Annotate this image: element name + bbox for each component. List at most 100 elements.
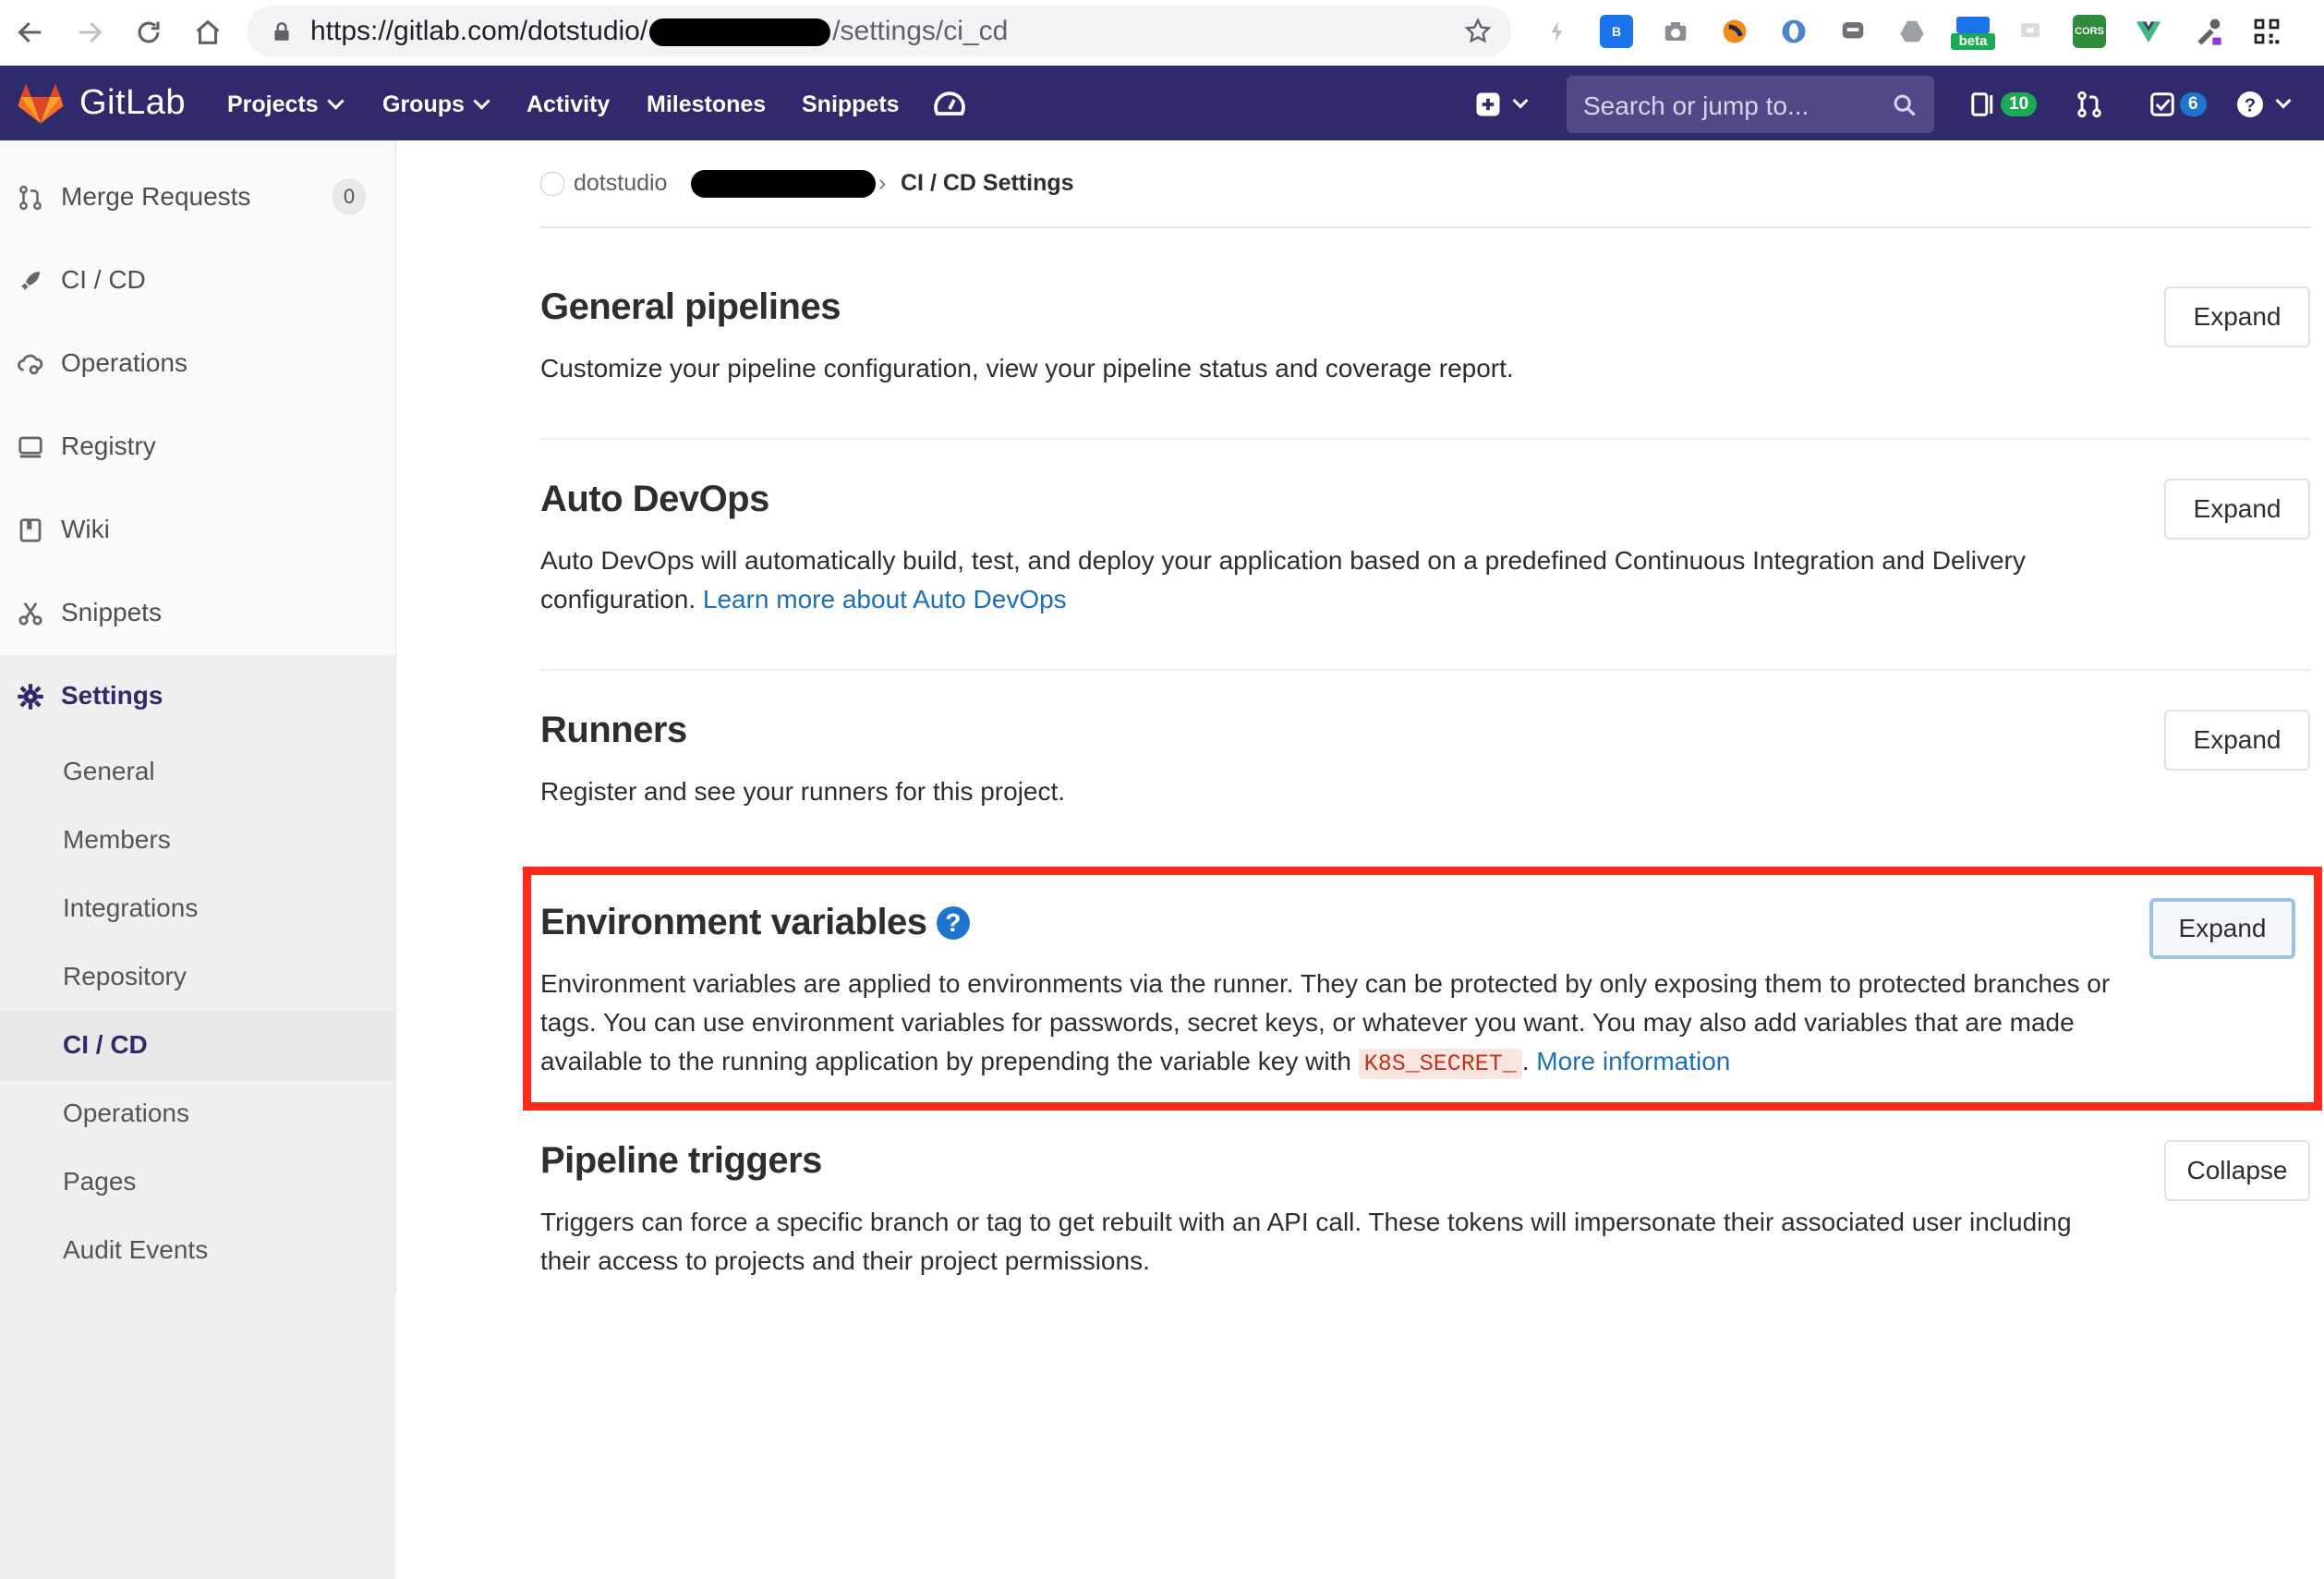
issues-link[interactable]: 10 (1969, 86, 2038, 123)
gear-icon (18, 684, 43, 710)
sidebar-item-merge-requests[interactable]: Merge Requests 0 (0, 156, 395, 239)
url-suffix: /settings/ci_cd (832, 16, 1009, 46)
bookmark-star-icon[interactable] (1463, 17, 1493, 46)
project-sidebar: Merge Requests 0 CI / CD Operations Regi… (0, 140, 396, 1579)
sidebar-sub-operations[interactable]: Operations (0, 1080, 395, 1148)
sidebar-item-wiki[interactable]: Wiki (0, 489, 395, 572)
scissors-icon (18, 601, 42, 626)
rocket-icon (21, 272, 40, 290)
red-highlight-annotation (523, 867, 2322, 1111)
sidebar-sub-audit-events[interactable]: Audit Events (0, 1217, 395, 1285)
sidebar-item-label: Wiki (61, 515, 110, 543)
todos-link[interactable]: 6 (2148, 86, 2207, 123)
bitly-icon[interactable]: B (1600, 15, 1633, 48)
section-auto-devops: Auto DevOps Auto DevOps will automatical… (540, 469, 2310, 654)
section-description: Auto DevOps will automatically build, te… (540, 541, 2111, 619)
monitor-icon (18, 436, 42, 458)
section-general-pipelines: General pipelines Customize your pipelin… (540, 277, 2310, 416)
home-button[interactable] (187, 11, 229, 54)
gitlab-brand[interactable]: GitLab (79, 83, 186, 123)
ghost-ext-icon[interactable] (2014, 15, 2047, 48)
sidebar-item-label: Merge Requests (61, 182, 251, 211)
section-runners: Runners Register and see your runners fo… (540, 700, 2310, 839)
merge-requests-link[interactable] (2075, 86, 2104, 123)
issues-count-badge: 10 (2001, 92, 2038, 116)
sidebar-item-snippets[interactable]: Snippets (0, 572, 395, 655)
home-icon (196, 19, 220, 44)
qr-code-icon[interactable] (2250, 15, 2283, 48)
eyedropper-icon[interactable] (2191, 15, 2224, 48)
gitlab-navbar: GitLab Projects Groups Activity Mileston… (0, 66, 2324, 140)
breadcrumb-separator: › (878, 170, 887, 196)
sidebar-item-label: Snippets (61, 598, 162, 626)
gitlab-logo-icon[interactable] (17, 82, 65, 125)
sidebar-item-label: CI / CD (61, 265, 146, 294)
sidebar-item-label: Registry (61, 431, 156, 460)
sidebar-item-label: Operations (61, 348, 188, 377)
sidebar-item-registry[interactable]: Registry (0, 406, 395, 489)
sidebar-item-ci-cd[interactable]: CI / CD (0, 239, 395, 322)
merge-request-icon (19, 185, 42, 211)
chevron-down-icon (473, 92, 490, 110)
sidebar-sub-general[interactable]: General (0, 738, 395, 807)
new-item-button[interactable] (1474, 86, 1539, 123)
nav-snippets[interactable]: Snippets (802, 91, 900, 118)
beta-ext-icon[interactable]: beta (1951, 15, 1995, 50)
sidebar-sub-label: CI / CD (63, 1030, 148, 1059)
breadcrumb-group-link[interactable]: dotstudio (574, 170, 667, 197)
nav-milestones[interactable]: Milestones (647, 91, 766, 118)
expand-auto-devops-button[interactable]: Expand (2164, 479, 2310, 540)
sidebar-sub-members[interactable]: Members (0, 807, 395, 875)
url-text: https://gitlab.com/dotstudio/ /settings/c… (310, 16, 1009, 47)
performance-bar-icon[interactable] (931, 86, 968, 123)
browser-toolbar: https://gitlab.com/dotstudio/ /settings/c… (0, 0, 2324, 67)
collapse-pipeline-triggers-button[interactable]: Collapse (2164, 1140, 2310, 1201)
help-menu-button[interactable]: ? (2235, 86, 2292, 123)
beta-label: beta (1951, 33, 1995, 50)
nav-groups[interactable]: Groups (382, 91, 490, 118)
nav-activity[interactable]: Activity (527, 91, 610, 118)
sidebar-sub-repository[interactable]: Repository (0, 943, 395, 1012)
sidebar-sub-label: Integrations (63, 893, 199, 922)
circle-swirl-icon[interactable] (1718, 15, 1751, 48)
breadcrumb-current[interactable]: CI / CD Settings (901, 170, 1074, 197)
sidebar-sub-integrations[interactable]: Integrations (0, 875, 395, 943)
chat-icon[interactable] (1836, 15, 1870, 48)
address-bar[interactable]: https://gitlab.com/dotstudio/ /settings/c… (248, 6, 1511, 57)
section-title: Pipeline triggers (540, 1140, 822, 1181)
nav-projects[interactable]: Projects (227, 91, 345, 118)
chevron-down-icon (2275, 92, 2292, 109)
section-description: Triggers can force a specific branch or … (540, 1208, 2072, 1275)
forward-button[interactable] (68, 11, 111, 54)
reload-button[interactable] (127, 11, 170, 54)
merge-requests-count: 0 (333, 178, 366, 215)
sidebar-item-operations[interactable]: Operations (0, 322, 395, 406)
back-arrow-icon (18, 21, 42, 43)
expand-general-pipelines-button[interactable]: Expand (2164, 286, 2310, 347)
back-button[interactable] (9, 11, 52, 54)
chevron-down-icon (1512, 92, 1529, 109)
expand-runners-button[interactable]: Expand (2164, 710, 2310, 771)
sidebar-item-label: Settings (61, 681, 163, 710)
question-circle-icon: ? (2237, 91, 2263, 117)
opera-icon[interactable] (1777, 15, 1810, 48)
sidebar-sub-label: Repository (63, 962, 187, 990)
section-pipeline-triggers: Pipeline triggers Triggers can force a s… (540, 1133, 2310, 1294)
sidebar-sub-label: General (63, 757, 155, 785)
plus-square-icon (1476, 92, 1500, 116)
issues-icon (1971, 92, 1993, 116)
bolt-icon[interactable] (1541, 15, 1574, 48)
learn-more-auto-devops-link[interactable]: Learn more about Auto DevOps (703, 585, 1067, 613)
sidebar-sub-label: Audit Events (63, 1235, 209, 1264)
camera-icon[interactable] (1659, 15, 1692, 48)
sidebar-sub-pages[interactable]: Pages (0, 1148, 395, 1217)
search-input[interactable]: Search or jump to... (1567, 76, 1934, 133)
group-avatar[interactable] (540, 172, 564, 196)
todos-count-badge: 6 (2180, 92, 2207, 116)
sidebar-sub-ci-cd[interactable]: CI / CD (0, 1012, 395, 1080)
drive-icon[interactable] (1895, 15, 1929, 48)
sidebar-sub-label: Operations (63, 1099, 189, 1127)
vue-icon[interactable] (2132, 15, 2165, 48)
sidebar-sub-label: Pages (63, 1167, 137, 1196)
cors-ext-icon[interactable]: CORS (2073, 15, 2106, 48)
